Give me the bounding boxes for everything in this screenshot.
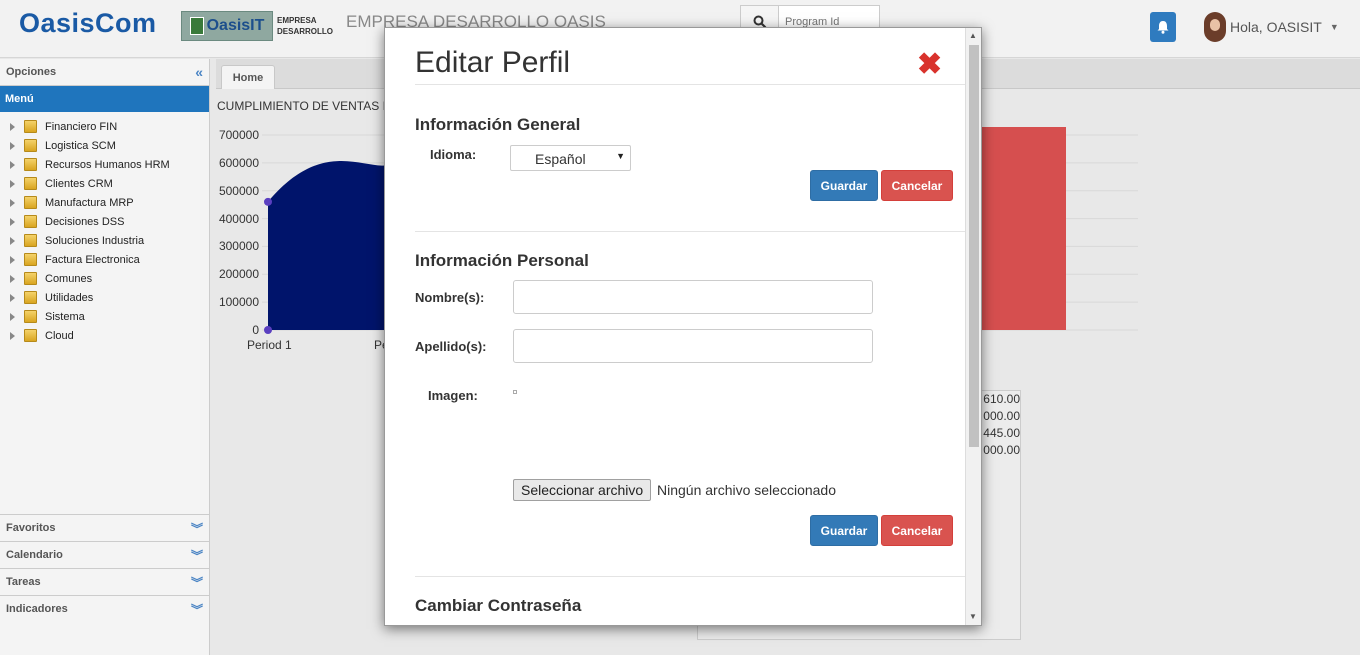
idioma-select[interactable]: Español ▼	[510, 145, 631, 171]
dropdown-arrow-icon: ▼	[616, 151, 625, 161]
image-preview	[513, 390, 517, 394]
modal-title: Editar Perfil	[415, 46, 571, 79]
divider	[415, 576, 965, 577]
select-file-button[interactable]: Seleccionar archivo	[513, 479, 652, 501]
guardar-general-button[interactable]: Guardar	[810, 170, 878, 201]
edit-profile-modal: Editar Perfil ✖ Información General Idio…	[384, 27, 982, 626]
scroll-up-icon[interactable]: ▲	[969, 31, 977, 40]
guardar-personal-button[interactable]: Guardar	[810, 515, 878, 546]
nombres-label: Nombre(s):	[415, 290, 485, 305]
idioma-label: Idioma:	[430, 147, 477, 162]
nombres-input[interactable]	[513, 280, 873, 314]
chart-data-point[interactable]	[264, 197, 272, 206]
close-icon[interactable]: ✖	[917, 50, 942, 80]
chart-data-point[interactable]	[264, 326, 272, 334]
section-personal-title: Información Personal	[415, 251, 589, 270]
modal-scrollbar[interactable]: ▲ ▼	[965, 28, 981, 625]
cancelar-general-button[interactable]: Cancelar	[881, 170, 953, 201]
divider	[415, 84, 965, 85]
file-status-text: Ningún archivo seleccionado	[657, 482, 836, 498]
section-password-title: Cambiar Contraseña	[415, 596, 582, 615]
scroll-down-icon[interactable]: ▼	[969, 612, 977, 621]
divider	[415, 231, 965, 232]
cancelar-personal-button[interactable]: Cancelar	[881, 515, 953, 546]
imagen-label: Imagen:	[428, 388, 478, 403]
apellidos-label: Apellido(s):	[415, 339, 487, 354]
section-general-title: Información General	[415, 115, 581, 134]
scrollbar-thumb[interactable]	[969, 45, 979, 447]
idioma-selected-value: Español	[535, 151, 586, 167]
apellidos-input[interactable]	[513, 329, 873, 363]
